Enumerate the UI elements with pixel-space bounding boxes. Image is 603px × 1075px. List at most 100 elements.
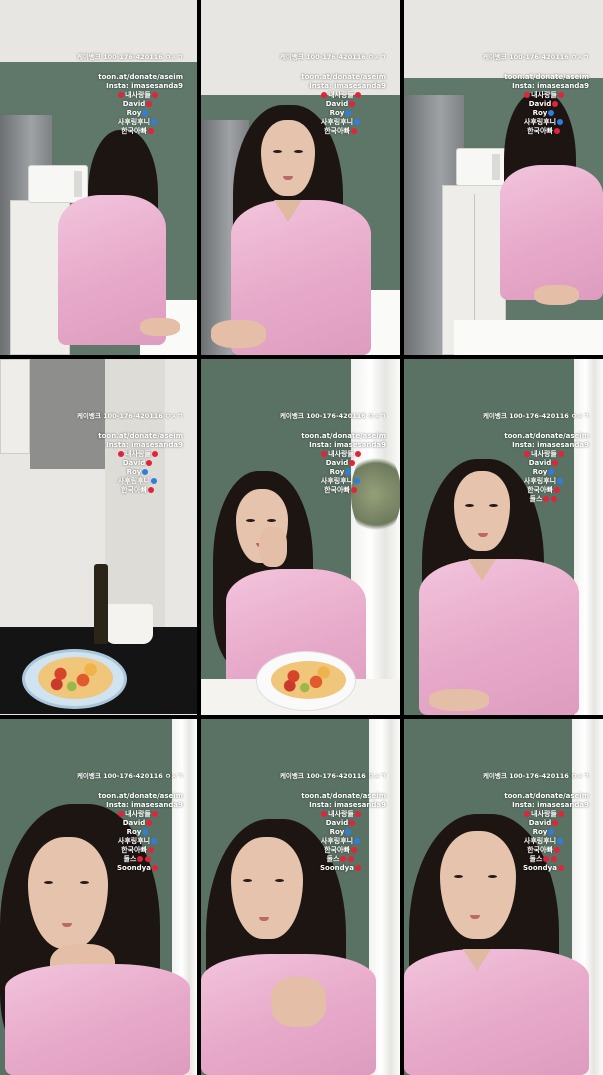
heart-icon [552, 101, 559, 107]
supporter-name: Roy [329, 828, 345, 836]
supporter-name: 둘스 [123, 855, 137, 863]
insta-handle: Insta: imasesanda9 [106, 801, 183, 809]
heart-icon [551, 496, 558, 502]
heart-icon [552, 460, 559, 466]
heart-icon [146, 820, 153, 826]
supporter-name: 한국아빠 [121, 486, 147, 494]
insta-handle: Insta: imasesanda9 [512, 82, 589, 90]
frame-2: 케이뱅크 100-176-420116 ㅇㅅㄱ toon.at/donate/a… [201, 0, 400, 355]
heart-icon [557, 119, 564, 125]
supporter-name: David [325, 100, 349, 108]
food [271, 661, 346, 699]
supporter-name: David [528, 459, 552, 467]
donate-link: toon.at/donate/aseim [98, 792, 183, 800]
heart-icon [557, 838, 564, 844]
bank-account-text: 케이뱅크 100-176-420116 ㅇㅅㄱ [279, 412, 386, 420]
supporter-name: David [122, 819, 146, 827]
supporter-name: 한국아빠 [324, 486, 350, 494]
heart-icon [354, 838, 361, 844]
heart-icon [543, 856, 550, 862]
heart-icon [118, 811, 125, 817]
heart-icon [345, 110, 352, 116]
supporter-name: David [325, 819, 349, 827]
heart-icon [321, 451, 328, 457]
supporter-label: 내사랑들 [531, 810, 557, 818]
supporter-name: 사후링후니 [523, 118, 557, 126]
insta-handle: Insta: imasesanda9 [512, 441, 589, 449]
bank-account-text: 케이뱅크 100-176-420116 ㅇㅅㄱ [482, 412, 589, 420]
supporter-name: 한국아빠 [527, 127, 553, 135]
supporter-name: 한국아빠 [121, 127, 147, 135]
heart-icon [147, 487, 154, 493]
bank-account-text: 케이뱅크 100-176-420116 ㅇㅅㄱ [76, 412, 183, 420]
heart-icon [147, 847, 154, 853]
heart-icon [548, 110, 555, 116]
heart-icon [354, 92, 361, 98]
insta-handle: Insta: imasesanda9 [309, 441, 386, 449]
supporter-name: Soondya [117, 864, 151, 872]
heart-icon [142, 829, 149, 835]
bank-account-text: 케이뱅크 100-176-420116 ㅇㅅㄱ [482, 772, 589, 780]
supporter-name: Roy [329, 468, 345, 476]
supporter-name: 사후링후니 [117, 837, 151, 845]
heart-icon [151, 811, 158, 817]
stream-overlay: 케이뱅크 100-176-420116 ㅇㅅㄱ toon.at/donate/a… [256, 53, 386, 136]
donate-link: toon.at/donate/aseim [301, 432, 386, 440]
heart-icon [118, 92, 125, 98]
supporter-name: 사후링후니 [320, 118, 354, 126]
supporter-name: David [122, 100, 146, 108]
insta-handle: Insta: imasesanda9 [512, 801, 589, 809]
microwave [456, 148, 506, 186]
heart-icon [557, 92, 564, 98]
supporter-name: 사후링후니 [320, 837, 354, 845]
heart-icon [354, 478, 361, 484]
heart-icon [147, 128, 154, 134]
frame-8: 케이뱅크 100-176-420116 ㅇㅅㄱ toon.at/donate/a… [201, 719, 400, 1075]
supporter-name: Roy [532, 468, 548, 476]
heart-icon [146, 460, 153, 466]
supporter-name: Roy [126, 828, 142, 836]
heart-icon [557, 451, 564, 457]
heart-icon [354, 865, 361, 871]
counter [454, 320, 603, 355]
stream-overlay: 케이뱅크 100-176-420116 ㅇㅅㄱ toon.at/donate/a… [256, 772, 386, 873]
donate-link: toon.at/donate/aseim [301, 73, 386, 81]
heart-icon [543, 496, 550, 502]
supporter-name: David [122, 459, 146, 467]
heart-icon [345, 469, 352, 475]
supporter-name: 둘스 [529, 495, 543, 503]
stream-overlay: 케이뱅크 100-176-420116 ㅇㅅㄱ toon.at/donate/a… [459, 412, 589, 504]
supporter-label: 내사랑들 [125, 91, 151, 99]
stream-overlay: 케이뱅크 100-176-420116 ㅇㅅㄱ toon.at/donate/a… [459, 53, 589, 136]
heart-icon [557, 478, 564, 484]
heart-icon [118, 451, 125, 457]
supporter-name: 사후링후니 [117, 118, 151, 126]
heart-icon [137, 856, 144, 862]
heart-icon [553, 128, 560, 134]
supporter-name: Soondya [523, 864, 557, 872]
heart-icon [553, 487, 560, 493]
frame-3: 케이뱅크 100-176-420116 ㅇㅅㄱ toon.at/donate/a… [404, 0, 603, 355]
oil-bottle [94, 564, 108, 644]
stream-overlay: 케이뱅크 100-176-420116 ㅇㅅㄱ toon.at/donate/a… [256, 412, 386, 495]
heart-icon [557, 865, 564, 871]
heart-icon [354, 451, 361, 457]
donate-link: toon.at/donate/aseim [301, 792, 386, 800]
heart-icon [145, 856, 152, 862]
upper-cabinet [0, 359, 30, 454]
bank-account-text: 케이뱅크 100-176-420116 ㅇㅅㄱ [279, 772, 386, 780]
heart-icon [548, 829, 555, 835]
bank-account-text: 케이뱅크 100-176-420116 ㅇㅅㄱ [76, 772, 183, 780]
supporter-name: 사후링후니 [117, 477, 151, 485]
heart-icon [552, 820, 559, 826]
supporter-name: Roy [126, 468, 142, 476]
heart-icon [142, 469, 149, 475]
supporter-name: David [325, 459, 349, 467]
supporter-label: 내사랑들 [125, 810, 151, 818]
heart-icon [151, 451, 158, 457]
heart-icon [354, 811, 361, 817]
frame-1: 케이뱅크 100-176-420116 ㅇㅅㄱ toon.at/donate/a… [0, 0, 197, 355]
heart-icon [524, 811, 531, 817]
frame-7: 케이뱅크 100-176-420116 ㅇㅅㄱ toon.at/donate/a… [0, 719, 197, 1075]
insta-handle: Insta: imasesanda9 [309, 801, 386, 809]
